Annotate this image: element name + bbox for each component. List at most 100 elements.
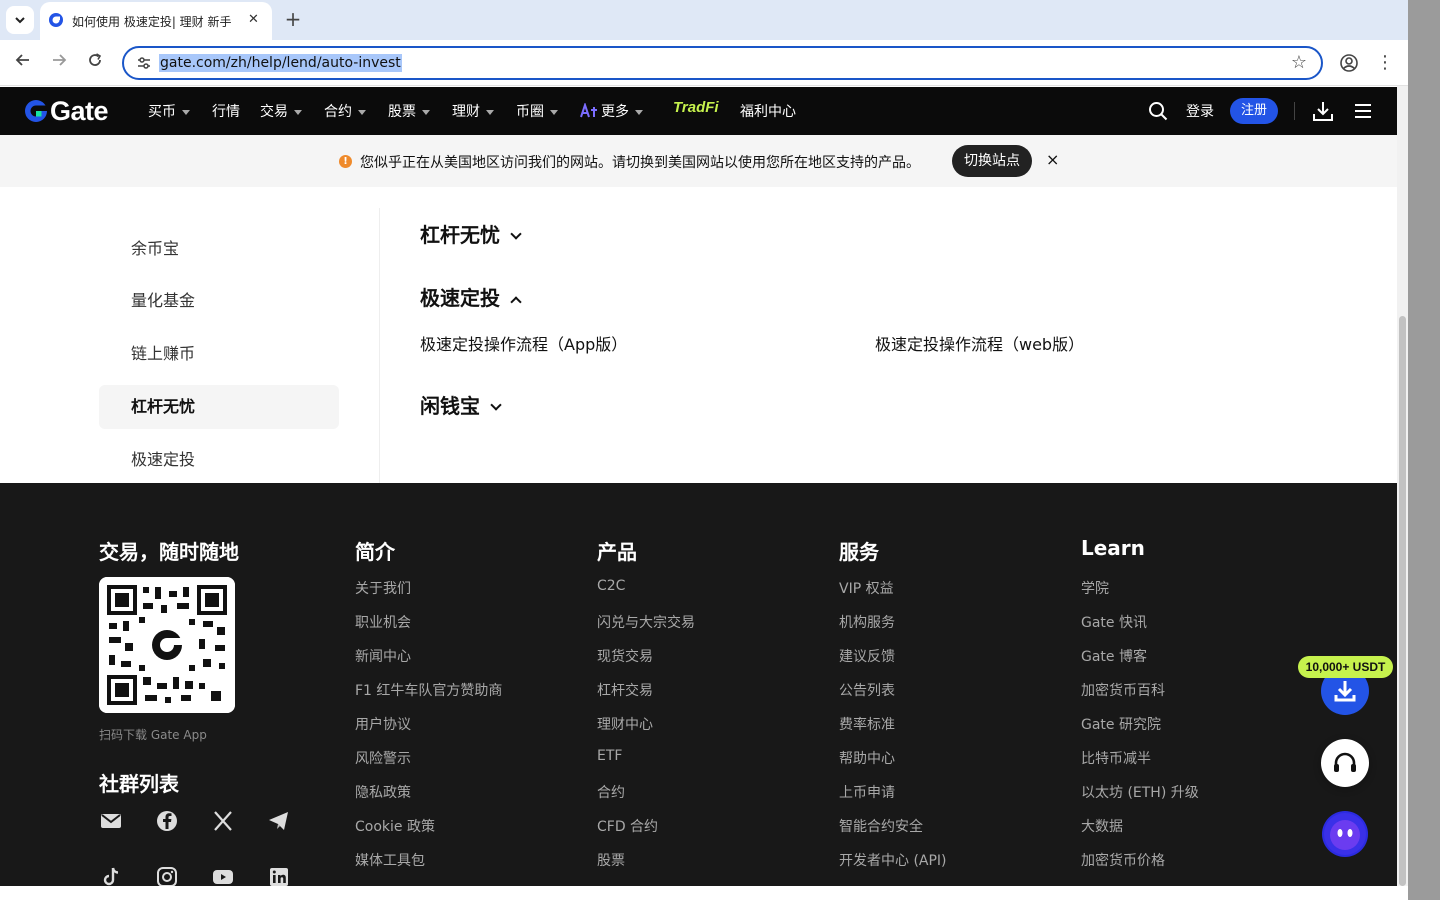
promo-badge[interactable]: 10,000+ USDT xyxy=(1298,656,1393,678)
ai-assistant-button[interactable] xyxy=(1322,811,1368,857)
switch-site-button[interactable]: 切换站点 xyxy=(952,145,1032,177)
footer-link[interactable]: 闪兑与大宗交易 xyxy=(597,612,695,632)
facebook-icon[interactable] xyxy=(155,809,179,833)
article-link-web[interactable]: 极速定投操作流程（web版） xyxy=(875,331,1084,355)
nav-markets[interactable]: 行情 xyxy=(212,101,240,121)
footer-link[interactable]: 以太坊 (ETH) 升级 xyxy=(1081,782,1199,802)
back-button[interactable] xyxy=(12,52,34,74)
footer-link[interactable]: 关于我们 xyxy=(355,578,411,598)
footer-link[interactable]: 新闻中心 xyxy=(355,646,411,666)
footer-link[interactable]: 风险警示 xyxy=(355,748,411,768)
sidebar-item-onchain-earn[interactable]: 链上赚币 xyxy=(99,332,339,376)
footer-link[interactable]: Gate 研究院 xyxy=(1081,714,1161,734)
chevron-up-icon xyxy=(510,296,522,308)
region-notice-banner: ! 您似乎正在从美国地区访问我们的网站。请切换到美国网站以使用您所在地区支持的产… xyxy=(0,135,1397,187)
sidebar-item-auto-invest[interactable]: 极速定投 xyxy=(99,438,339,482)
footer-link[interactable]: CFD 合约 xyxy=(597,816,658,836)
section-leverage-worry-free[interactable]: 杠杆无忧 xyxy=(420,219,522,248)
new-tab-button[interactable]: + xyxy=(282,8,304,30)
address-bar[interactable]: gate.com/zh/help/lend/auto-invest ☆ xyxy=(122,46,1323,80)
close-icon[interactable]: × xyxy=(1046,150,1059,169)
search-icon[interactable] xyxy=(1148,101,1168,121)
footer-link[interactable]: 合约 xyxy=(597,782,625,802)
footer-link[interactable]: 加密货币百科 xyxy=(1081,680,1165,700)
sidebar-item-leverage-worry-free[interactable]: 杠杆无忧 xyxy=(99,385,339,429)
footer-heading-about: 简介 xyxy=(355,540,395,564)
footer-link[interactable]: 费率标准 xyxy=(839,714,895,734)
reload-icon xyxy=(89,53,102,66)
footer-link[interactable]: C2C xyxy=(597,578,625,594)
footer-link[interactable]: Gate 博客 xyxy=(1081,646,1147,666)
caret-down-icon xyxy=(422,109,430,115)
footer-link[interactable]: ETF xyxy=(597,748,622,764)
footer-heading-products: 产品 xyxy=(597,540,637,564)
chevron-down-icon xyxy=(15,17,25,24)
caret-down-icon xyxy=(486,109,494,115)
login-link[interactable]: 登录 xyxy=(1186,101,1214,121)
nav-label: 合约 xyxy=(324,104,352,120)
footer-link[interactable]: 公告列表 xyxy=(839,680,895,700)
telegram-icon[interactable] xyxy=(267,809,291,833)
footer-link[interactable]: VIP 权益 xyxy=(839,578,894,598)
browser-tab-strip: 如何使用 极速定投| 理财 新手 ✕ + xyxy=(0,0,1408,40)
customer-support-button[interactable] xyxy=(1321,739,1369,787)
sidebar-item-yubibao[interactable]: 余币宝 xyxy=(99,227,339,271)
footer-link[interactable]: 机构服务 xyxy=(839,612,895,632)
sidebar-item-quant-fund[interactable]: 量化基金 xyxy=(99,279,339,323)
gate-logo-icon xyxy=(25,100,47,122)
footer-link[interactable]: 加密货币价格 xyxy=(1081,850,1165,870)
nav-buy-crypto[interactable]: 买币 xyxy=(148,101,190,121)
nav-futures[interactable]: 合约 xyxy=(324,101,366,121)
email-icon[interactable] xyxy=(99,809,123,833)
ai-bot-icon xyxy=(1324,813,1366,855)
footer-link[interactable]: 大数据 xyxy=(1081,816,1123,836)
footer-link[interactable]: 比特币减半 xyxy=(1081,748,1151,768)
footer-link[interactable]: 职业机会 xyxy=(355,612,411,632)
scrollbar-thumb[interactable] xyxy=(1399,316,1406,886)
footer-link[interactable]: 智能合约安全 xyxy=(839,816,923,836)
nav-trade[interactable]: 交易 xyxy=(260,101,302,121)
nav-label: 理财 xyxy=(452,104,480,120)
reload-button[interactable] xyxy=(84,52,106,74)
footer-link[interactable]: 建议反馈 xyxy=(839,646,895,666)
download-icon[interactable] xyxy=(1312,100,1334,122)
footer-link[interactable]: 理财中心 xyxy=(597,714,653,734)
register-button[interactable]: 注册 xyxy=(1230,98,1278,124)
footer-link[interactable]: 开发者中心 (API) xyxy=(839,850,947,870)
nav-earn[interactable]: 理财 xyxy=(452,101,494,121)
hamburger-menu-icon[interactable] xyxy=(1353,101,1373,121)
footer-link[interactable]: 杠杆交易 xyxy=(597,680,653,700)
nav-rewards-center[interactable]: 福利中心 xyxy=(740,101,796,121)
section-auto-invest[interactable]: 极速定投 xyxy=(420,282,522,311)
forward-button[interactable] xyxy=(48,52,70,74)
footer-link[interactable]: 媒体工具包 xyxy=(355,850,425,870)
nav-more[interactable]: 更多 xyxy=(580,101,643,121)
x-icon[interactable] xyxy=(211,809,235,833)
profile-icon[interactable] xyxy=(1339,53,1359,73)
footer-link[interactable]: 股票 xyxy=(597,850,625,870)
footer-link[interactable]: 用户协议 xyxy=(355,714,411,734)
browser-menu-icon[interactable]: ⋮ xyxy=(1376,52,1394,73)
section-idle-money[interactable]: 闲钱宝 xyxy=(420,390,502,419)
nav-tradfi[interactable]: TradFi xyxy=(673,99,719,116)
site-settings-icon[interactable] xyxy=(136,55,152,71)
browser-tab[interactable]: 如何使用 极速定投| 理财 新手 ✕ xyxy=(40,2,272,40)
url-text[interactable]: gate.com/zh/help/lend/auto-invest xyxy=(159,54,402,72)
chevron-down-icon xyxy=(510,228,522,240)
footer-link[interactable]: Gate 快讯 xyxy=(1081,612,1147,632)
nav-stocks[interactable]: 股票 xyxy=(388,101,430,121)
bookmark-star-icon[interactable]: ☆ xyxy=(1291,52,1307,73)
footer-link[interactable]: 上币申请 xyxy=(839,782,895,802)
article-link-app[interactable]: 极速定投操作流程（App版） xyxy=(420,331,627,355)
tab-close-icon[interactable]: ✕ xyxy=(248,12,259,27)
footer-link[interactable]: Cookie 政策 xyxy=(355,816,435,836)
footer-link[interactable]: F1 红牛车队官方赞助商 xyxy=(355,680,502,700)
gate-logo[interactable]: Gate xyxy=(24,96,109,126)
nav-crypto-circle[interactable]: 币圈 xyxy=(516,101,558,121)
footer-link[interactable]: 学院 xyxy=(1081,578,1109,598)
footer-link[interactable]: 现货交易 xyxy=(597,646,653,666)
sidebar-divider xyxy=(379,208,380,483)
tab-search-button[interactable] xyxy=(6,6,34,34)
footer-link[interactable]: 隐私政策 xyxy=(355,782,411,802)
footer-link[interactable]: 帮助中心 xyxy=(839,748,895,768)
